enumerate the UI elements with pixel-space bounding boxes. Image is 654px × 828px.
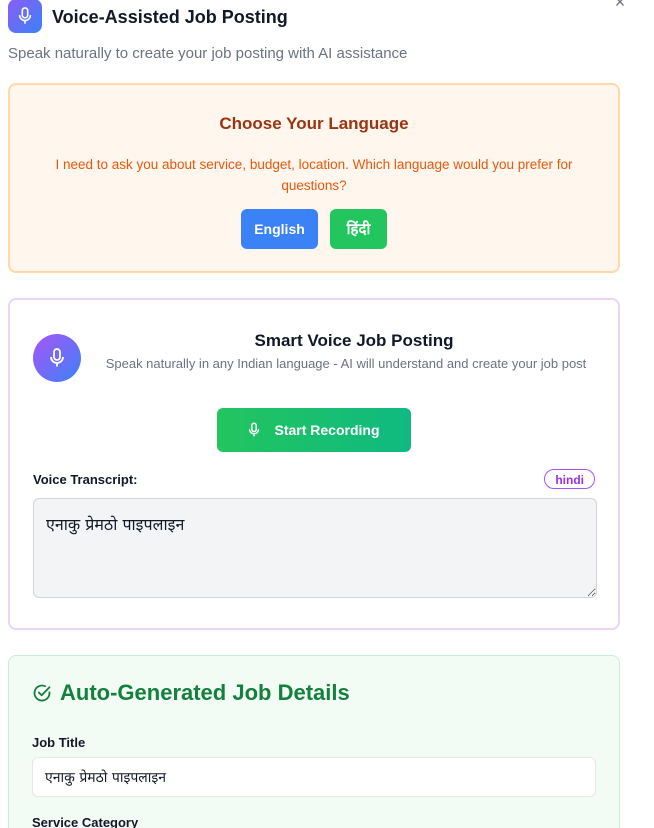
service-category-label: Service Category [32,815,139,828]
job-title-input[interactable] [32,757,596,797]
language-card-title: Choose Your Language [219,114,409,133]
dialog-header: Voice-Assisted Job Posting [8,0,568,36]
english-button[interactable]: English [241,209,318,249]
microphone-icon [33,334,81,382]
language-buttons: English हिंदी [10,209,618,249]
voice-job-posting-dialog: Voice-Assisted Job Posting × Speak natur… [0,0,654,828]
voice-posting-card: Smart Voice Job Posting Speak naturally … [8,298,620,630]
voice-card-title: Smart Voice Job Posting [254,331,454,350]
check-circle-icon [33,684,51,702]
voice-card-description: Speak naturally in any Indian language -… [105,356,587,371]
microphone-icon [249,422,260,437]
job-title-label: Job Title [32,735,86,750]
hindi-button[interactable]: हिंदी [330,209,387,249]
language-badge: hindi [544,469,595,489]
dialog-title: Voice-Assisted Job Posting [52,6,288,27]
language-question: I need to ask you about service, budget,… [55,157,573,193]
microphone-icon [8,0,42,33]
auto-generated-title: Auto-Generated Job Details [60,680,350,705]
start-recording-label: Start Recording [274,422,380,438]
auto-generated-header: Auto-Generated Job Details [32,680,350,706]
language-selection-card: Choose Your Language I need to ask you a… [8,83,620,273]
dialog-subtitle: Speak naturally to create your job posti… [8,45,408,62]
transcript-textarea[interactable]: एनाकु प्रेमठो पाइपलाइन [33,498,597,598]
transcript-label: Voice Transcript: [33,472,138,487]
auto-generated-details-card: Auto-Generated Job Details Job Title Ser… [8,655,620,828]
start-recording-button[interactable]: Start Recording [217,408,411,452]
close-icon[interactable]: × [612,0,628,11]
